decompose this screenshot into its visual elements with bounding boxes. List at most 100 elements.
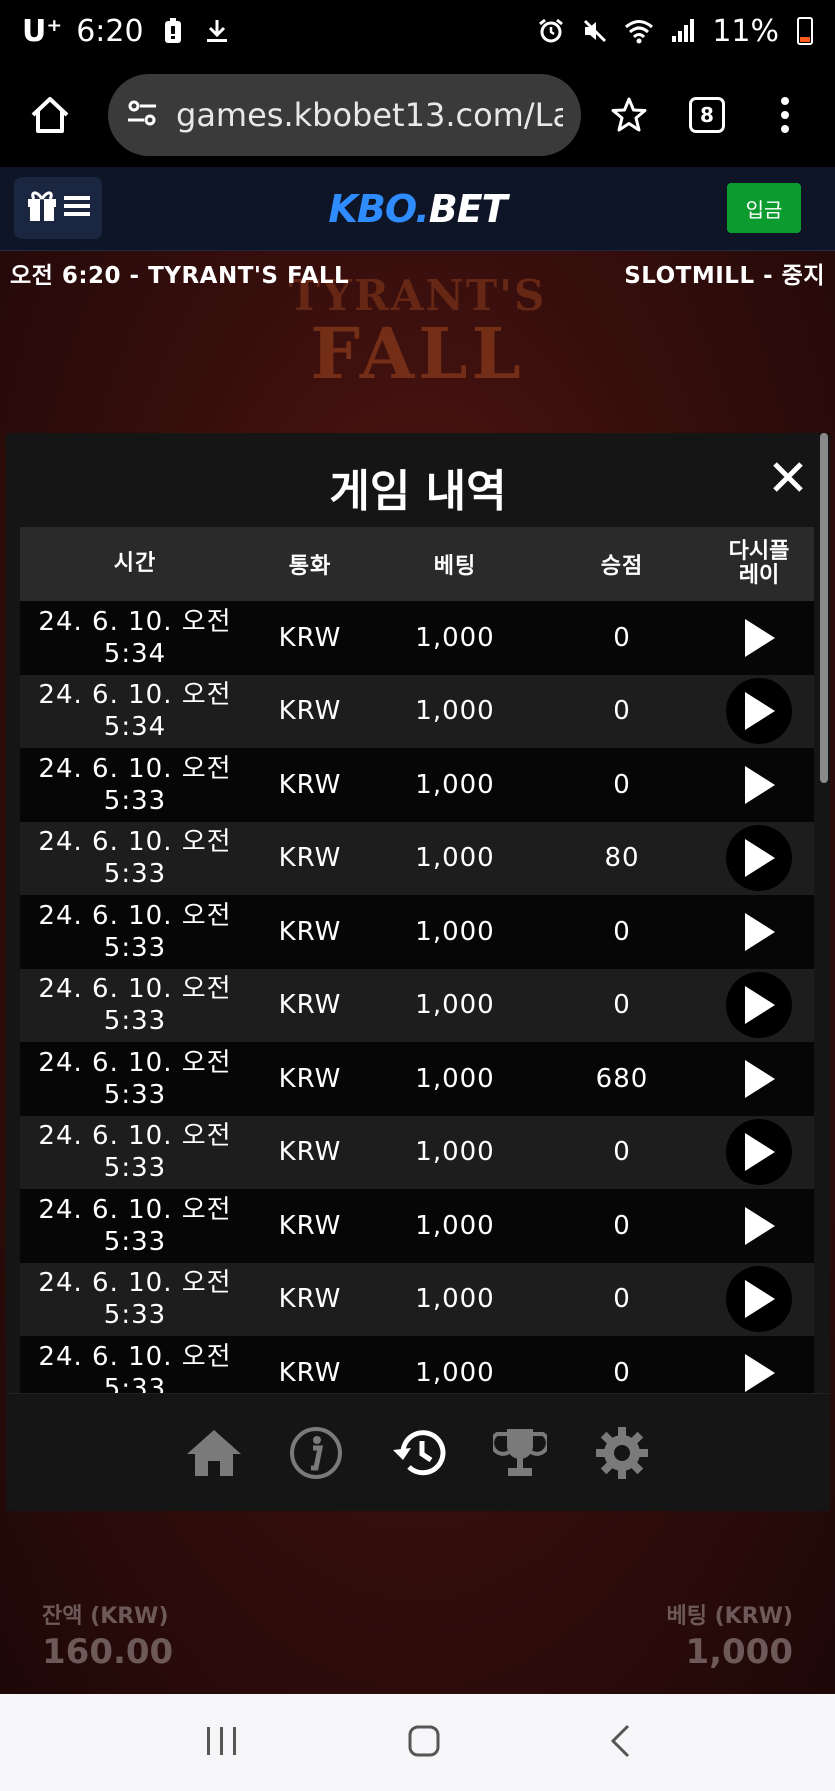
more-menu-icon[interactable] — [755, 85, 815, 145]
row-time: 5:33 — [103, 1006, 167, 1037]
home-button[interactable] — [20, 85, 80, 145]
row-date: 24. 6. 10. 오전 — [38, 753, 232, 784]
col-replay-line1: 다시플 — [728, 539, 790, 564]
url-text[interactable]: games.kbobet13.com/La — [176, 96, 563, 134]
row-win: 0 — [613, 1137, 631, 1168]
balance-label: 잔액 (KRW) — [42, 1604, 169, 1629]
row-time: 5:33 — [103, 1300, 167, 1331]
modal-scrollbar[interactable] — [820, 433, 828, 783]
row-replay-cell — [704, 752, 814, 818]
table-row: 24. 6. 10. 오전 5:33 KRW 1,000 0 — [20, 1115, 814, 1189]
row-win: 80 — [604, 843, 640, 874]
row-win: 0 — [613, 1357, 631, 1388]
replay-play-icon[interactable] — [726, 1119, 792, 1186]
trophy-icon[interactable] — [490, 1423, 550, 1483]
row-time-cell: 24. 6. 10. 오전 5:33 — [20, 900, 250, 964]
row-date: 24. 6. 10. 오전 — [38, 1121, 232, 1152]
download-icon — [202, 16, 232, 46]
row-currency: KRW — [278, 769, 342, 800]
col-replay-line2: 레이 — [738, 563, 780, 588]
row-bet: 1,000 — [415, 1357, 495, 1388]
row-time-cell: 24. 6. 10. 오전 5:34 — [20, 679, 250, 743]
col-replay: 다시플 레이 — [704, 540, 814, 588]
row-time-cell: 24. 6. 10. 오전 5:34 — [20, 606, 250, 670]
close-icon[interactable] — [766, 455, 810, 499]
bet-label: 베팅 (KRW) — [666, 1604, 793, 1629]
wifi-icon — [624, 16, 654, 46]
row-currency: KRW — [278, 990, 342, 1021]
replay-play-icon[interactable] — [726, 972, 792, 1039]
row-time-cell: 24. 6. 10. 오전 5:33 — [20, 973, 250, 1037]
row-win: 0 — [613, 1210, 631, 1241]
replay-play-icon[interactable] — [726, 605, 792, 671]
battery-percent: 11% — [712, 13, 779, 49]
replay-play-icon[interactable] — [726, 1193, 792, 1259]
row-date: 24. 6. 10. 오전 — [38, 827, 232, 858]
settings-gear-icon[interactable] — [592, 1423, 652, 1483]
game-info-bar: 오전 6:20 - TYRANT'S FALL SLOTMILL - 중지 — [0, 251, 835, 295]
tab-count[interactable]: 8 — [689, 96, 725, 133]
row-win: 0 — [613, 696, 631, 727]
row-currency: KRW — [278, 1137, 342, 1168]
table-row: 24. 6. 10. 오전 5:33 KRW 1,000 0 — [20, 748, 814, 822]
home-icon[interactable] — [184, 1423, 244, 1483]
table-row: 24. 6. 10. 오전 5:33 KRW 1,000 0 — [20, 1189, 814, 1263]
replay-play-icon[interactable] — [726, 899, 792, 965]
replay-play-icon[interactable] — [726, 678, 792, 745]
row-currency: KRW — [278, 1210, 342, 1241]
row-time: 5:34 — [103, 712, 167, 743]
android-back-icon[interactable] — [608, 1723, 632, 1763]
row-replay-cell — [704, 899, 814, 965]
row-time-cell: 24. 6. 10. 오전 5:33 — [20, 753, 250, 817]
hamburger-icon — [64, 195, 90, 221]
row-replay-cell — [704, 1340, 814, 1393]
table-row: 24. 6. 10. 오전 5:33 KRW 1,000 680 — [20, 1042, 814, 1116]
row-bet: 1,000 — [415, 769, 495, 800]
deposit-button[interactable]: 입금 — [727, 183, 801, 233]
site-header: KBO.BET 입금 — [0, 167, 835, 251]
replay-play-icon[interactable] — [726, 752, 792, 818]
replay-play-icon[interactable] — [726, 825, 792, 892]
site-settings-icon[interactable] — [126, 97, 158, 133]
row-replay-cell — [704, 605, 814, 671]
col-bet: 베팅 — [433, 554, 477, 579]
row-date: 24. 6. 10. 오전 — [38, 900, 232, 931]
history-table: 시간 통화 베팅 승점 다시플 레이 24. 6. 10. 오전 5:34 KRW 1… — [20, 527, 814, 1393]
provider-status: SLOTMILL - 중지 — [624, 263, 825, 289]
row-time: 5:34 — [103, 638, 167, 669]
row-bet: 1,000 — [415, 1063, 495, 1094]
row-currency: KRW — [278, 843, 342, 874]
row-replay-cell — [704, 1046, 814, 1112]
menu-button[interactable] — [14, 177, 102, 239]
col-win: 승점 — [600, 554, 644, 579]
replay-play-icon[interactable] — [726, 1046, 792, 1112]
balance-stat: 잔액 (KRW) 160.00 — [42, 1598, 173, 1672]
modal-title: 게임 내역 — [329, 466, 507, 517]
info-icon[interactable] — [286, 1423, 346, 1483]
col-currency: 통화 — [288, 554, 332, 579]
row-date: 24. 6. 10. 오전 — [38, 1268, 232, 1299]
row-bet: 1,000 — [415, 696, 495, 727]
table-row: 24. 6. 10. 오전 5:33 KRW 1,000 0 — [20, 1336, 814, 1393]
replay-play-icon[interactable] — [726, 1266, 792, 1333]
row-time-cell: 24. 6. 10. 오전 5:33 — [20, 1341, 250, 1393]
history-icon[interactable] — [388, 1423, 448, 1483]
tabs-button[interactable]: 8 — [677, 85, 737, 145]
row-bet: 1,000 — [415, 990, 495, 1021]
table-row: 24. 6. 10. 오전 5:34 KRW 1,000 0 — [20, 601, 814, 675]
row-time: 5:33 — [103, 1226, 167, 1257]
row-date: 24. 6. 10. 오전 — [38, 1341, 232, 1372]
android-home-icon[interactable] — [407, 1724, 441, 1762]
site-logo[interactable]: KBO.BET — [328, 187, 507, 231]
recent-apps-icon[interactable] — [204, 1725, 240, 1761]
android-nav-bar — [0, 1694, 835, 1791]
table-row: 24. 6. 10. 오전 5:33 KRW 1,000 0 — [20, 968, 814, 1042]
row-date: 24. 6. 10. 오전 — [38, 680, 232, 711]
table-row: 24. 6. 10. 오전 5:34 KRW 1,000 0 — [20, 674, 814, 748]
bookmark-star-icon[interactable] — [599, 85, 659, 145]
row-win: 0 — [613, 769, 631, 800]
url-bar[interactable]: games.kbobet13.com/La — [108, 73, 581, 156]
replay-play-icon[interactable] — [726, 1340, 792, 1393]
table-header: 시간 통화 베팅 승점 다시플 레이 — [20, 527, 814, 601]
row-replay-cell — [704, 1266, 814, 1333]
